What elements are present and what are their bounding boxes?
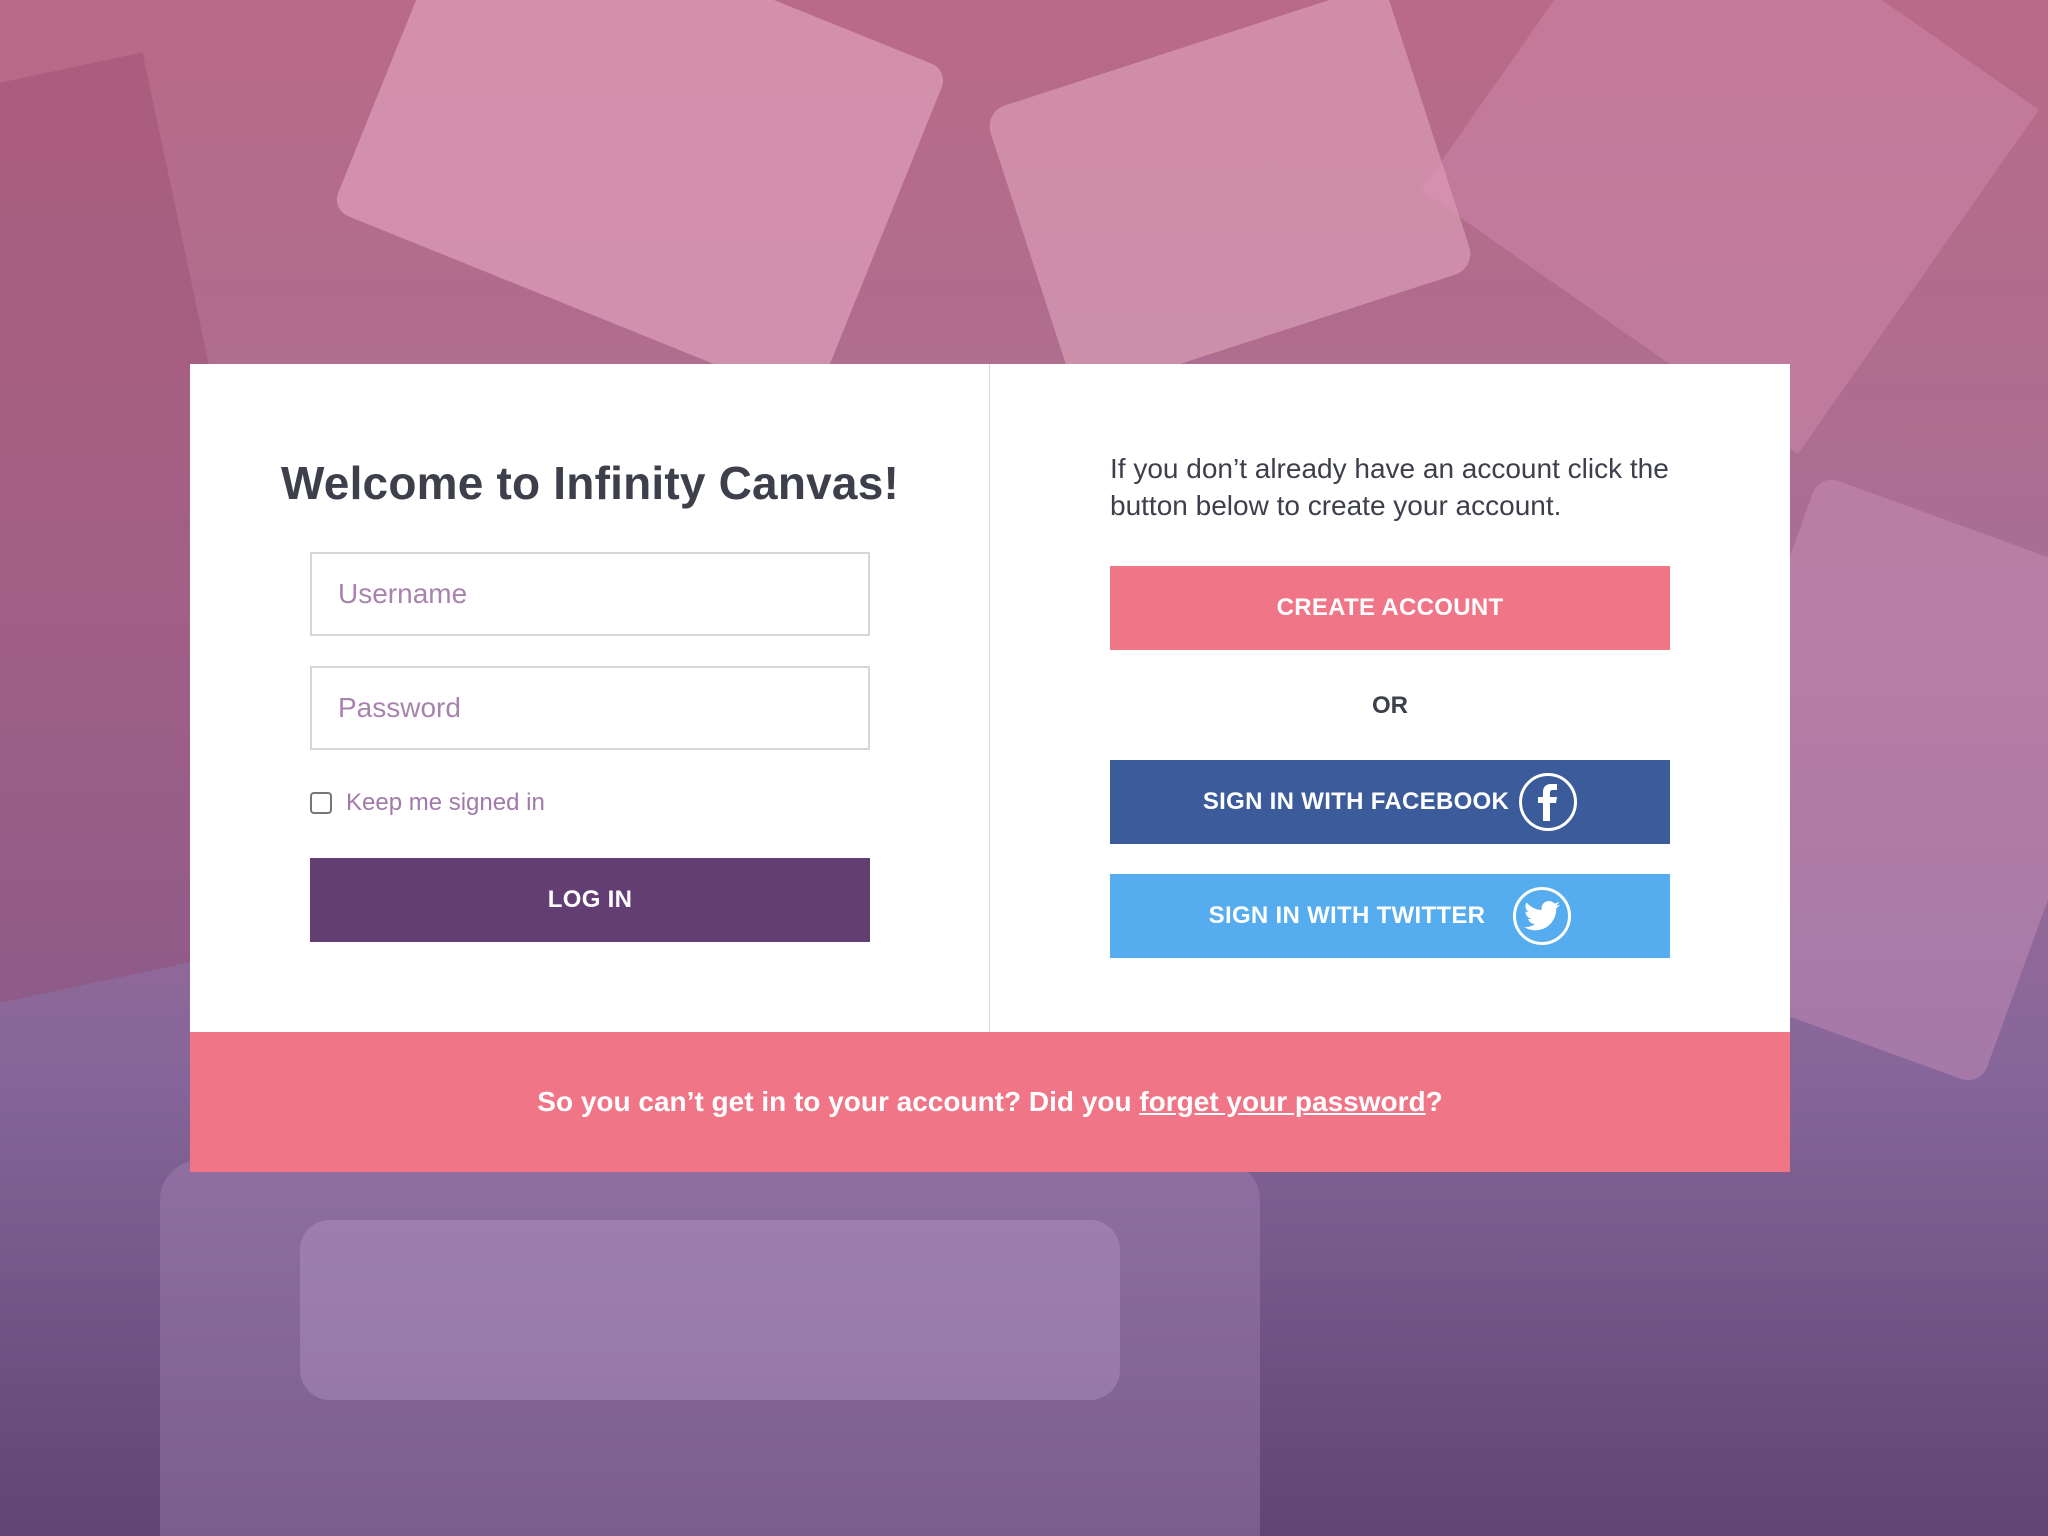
forgot-password-link[interactable]: forget your password: [1139, 1086, 1425, 1118]
background-shape: [983, 0, 1477, 398]
login-button[interactable]: LOG IN: [310, 858, 870, 942]
twitter-signin-button[interactable]: SIGN IN WITH TWITTER: [1110, 874, 1670, 958]
login-page: Welcome to Infinity Canvas! Keep me sign…: [0, 0, 2048, 1536]
login-button-label: LOG IN: [547, 886, 633, 913]
create-account-label: CREATE ACCOUNT: [1276, 594, 1504, 621]
forgot-password-prefix: So you can’t get in to your account? Did…: [537, 1086, 1140, 1117]
login-card: Welcome to Infinity Canvas! Keep me sign…: [190, 364, 1790, 1172]
background-shape: [331, 0, 949, 405]
signup-panel: If you don’t already have an account cli…: [990, 364, 1790, 1032]
facebook-signin-button[interactable]: SIGN IN WITH FACEBOOK: [1110, 760, 1670, 844]
twitter-icon: [1513, 887, 1572, 945]
facebook-icon: [1519, 773, 1578, 831]
page-title: Welcome to Infinity Canvas!: [281, 457, 899, 509]
login-panel: Welcome to Infinity Canvas! Keep me sign…: [190, 364, 990, 1032]
twitter-signin-label: SIGN IN WITH TWITTER: [1208, 902, 1486, 929]
forgot-password-suffix: ?: [1425, 1086, 1443, 1117]
keep-signed-in[interactable]: Keep me signed in: [310, 788, 545, 818]
or-divider: OR: [1372, 692, 1408, 719]
facebook-signin-label: SIGN IN WITH FACEBOOK: [1202, 788, 1510, 815]
username-input[interactable]: [310, 552, 870, 636]
create-account-button[interactable]: CREATE ACCOUNT: [1110, 566, 1670, 650]
keep-signed-in-checkbox[interactable]: [310, 792, 332, 814]
password-input[interactable]: [310, 666, 870, 750]
background-shape: [300, 1220, 1120, 1400]
signup-intro: If you don’t already have an account cli…: [1110, 453, 1669, 521]
forgot-password-banner: So you can’t get in to your account? Did…: [190, 1032, 1790, 1172]
keep-signed-in-label[interactable]: Keep me signed in: [346, 789, 545, 817]
